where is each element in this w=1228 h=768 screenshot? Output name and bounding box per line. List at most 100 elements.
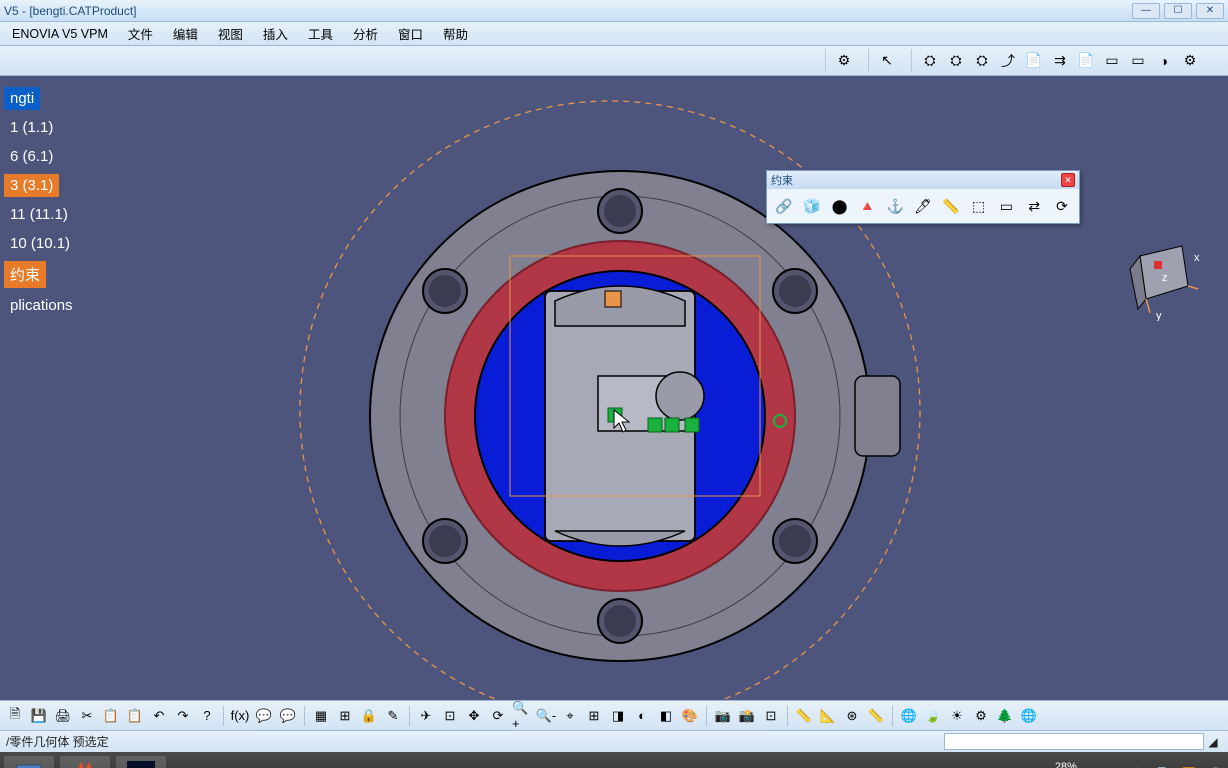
menu-window[interactable]: 窗口 [388,22,433,45]
menu-help[interactable]: 帮助 [433,22,478,45]
select-icon[interactable]: ⬚ [966,193,992,219]
angle-icon[interactable]: 🔺 [854,193,880,219]
text-icon[interactable]: ✎ [382,705,404,727]
update-icon[interactable]: ⟳ [1049,193,1075,219]
menu-tools[interactable]: 工具 [298,22,343,45]
fly-icon[interactable]: ✈ [415,705,437,727]
help-icon[interactable]: ? [196,705,218,727]
zoomout-icon[interactable]: 🔍- [535,705,557,727]
fit-icon[interactable]: ⊡ [439,705,461,727]
iso-icon[interactable]: ◨ [607,705,629,727]
tree-root[interactable]: ngti [4,87,40,110]
edit-icon[interactable]: 🖊 [910,193,936,219]
chat-icon[interactable]: 💬 [253,705,275,727]
tree-item-11[interactable]: 11 (11.1) [4,203,74,226]
wire-icon[interactable]: ⊡ [760,705,782,727]
gear-cursor-icon[interactable]: ⚙ [832,49,856,73]
multi-icon[interactable]: ⊞ [583,705,605,727]
fix-icon[interactable]: ⚓ [882,193,908,219]
gear2-icon[interactable]: ⚙ [970,705,992,727]
doc-icon[interactable]: 📄 [1074,49,1098,73]
caliper-icon[interactable]: 📐 [817,705,839,727]
tree-item-3[interactable]: 3 (3.1) [4,174,59,197]
measure-icon[interactable]: 📏 [938,193,964,219]
minimize-button[interactable]: — [1132,3,1160,19]
cursor-icon[interactable]: ↖ [875,49,899,73]
constraints-toolbar[interactable]: 约束 ✕ 🔗 🧊 ⬤ 🔺 ⚓ 🖊 📏 ⬚ ▭ ⇄ ⟳ [766,170,1080,224]
yellow-box-icon[interactable]: ▭ [1126,49,1150,73]
redo-icon[interactable]: ↷ [172,705,194,727]
ruler-icon[interactable]: 📏 [865,705,887,727]
gears2-icon[interactable]: ⛭ [944,49,968,73]
gear4-icon[interactable]: ⚙ [1178,49,1202,73]
normal-icon[interactable]: ⌖ [559,705,581,727]
cut-icon[interactable]: ✂ [76,705,98,727]
close-icon[interactable]: ✕ [1061,173,1075,187]
fx-icon[interactable]: f(x) [229,705,251,727]
compass-icon[interactable]: ◑ [1152,49,1176,73]
rect-select-icon[interactable]: ▭ [994,193,1020,219]
tree-item-1[interactable]: 1 (1.1) [4,116,59,139]
svg-text:y: y [1156,310,1162,321]
mat-icon[interactable]: 🎨 [679,705,701,727]
analyze-icon[interactable]: ⊛ [841,705,863,727]
rot-icon[interactable]: ⟳ [487,705,509,727]
persp-icon[interactable]: ◐ [631,705,653,727]
contact-icon[interactable]: 🧊 [799,193,825,219]
task-item-app1[interactable] [4,756,54,768]
command-input[interactable] [944,733,1204,750]
undo-icon[interactable]: ↶ [148,705,170,727]
sun-icon[interactable]: ☀ [946,705,968,727]
menu-file[interactable]: 文件 [118,22,163,45]
pan-icon[interactable]: ✥ [463,705,485,727]
tree-item-10[interactable]: 10 (10.1) [4,232,76,255]
maximize-button[interactable]: ☐ [1164,3,1192,19]
separator [892,706,893,726]
tree-item-constraints[interactable]: 约束 [4,261,46,288]
export-icon[interactable]: ⤴ [996,49,1020,73]
compass-widget[interactable]: x z y [1110,231,1200,321]
gears-icon[interactable]: ⛭ [918,49,942,73]
globe-icon[interactable]: 🌐 [898,705,920,727]
text-block-icon[interactable]: ▭ [1100,49,1124,73]
grid-icon[interactable]: ▦ [310,705,332,727]
paste-icon[interactable]: 📋 [124,705,146,727]
meas-icon[interactable]: 📏 [793,705,815,727]
bottom-toolbar: 🗎 💾 🖨 ✂ 📋 📋 ↶ ↷ ? f(x) 💬 💬 ▦ ⊞ 🔒 ✎ ✈ ⊡ ✥… [0,700,1228,730]
doc-gears-icon[interactable]: 📄 [1022,49,1046,73]
save-icon[interactable]: 💾 [28,705,50,727]
chat2-icon[interactable]: 💬 [277,705,299,727]
constraints-toolbar-body: 🔗 🧊 ⬤ 🔺 ⚓ 🖊 📏 ⬚ ▭ ⇄ ⟳ [767,189,1079,223]
cpu-meter[interactable]: 28% CPU利用率 [1038,761,1094,768]
lock-icon[interactable]: 🔒 [358,705,380,727]
menu-edit[interactable]: 编辑 [163,22,208,45]
toolbar-group-1: ⚙ [825,49,862,73]
tree-icon[interactable]: 🌲 [994,705,1016,727]
hidden-icon[interactable]: ◧ [655,705,677,727]
copy-icon[interactable]: 📋 [100,705,122,727]
tree-item-6[interactable]: 6 (6.1) [4,145,59,168]
separator [223,706,224,726]
menu-insert[interactable]: 插入 [253,22,298,45]
cam-icon[interactable]: 📷 [712,705,734,727]
coincidence-icon[interactable]: 🔗 [771,193,797,219]
offset-icon[interactable]: ⬤ [827,193,853,219]
new-icon[interactable]: 🗎 [4,705,26,727]
cam2-icon[interactable]: 📸 [736,705,758,727]
zoomin-icon[interactable]: 🔍+ [511,705,533,727]
task-item-app3[interactable] [116,756,166,768]
globe2-icon[interactable]: 🌐 [1018,705,1040,727]
gears3-icon[interactable]: ⛭ [970,49,994,73]
leaf-icon[interactable]: 🍃 [922,705,944,727]
menu-view[interactable]: 视图 [208,22,253,45]
close-button[interactable]: ✕ [1196,3,1224,19]
constraints-toolbar-title[interactable]: 约束 ✕ [767,171,1079,189]
print-icon[interactable]: 🖨 [52,705,74,727]
hier-icon[interactable]: ⊞ [334,705,356,727]
tree-item-applications[interactable]: plications [4,294,79,317]
menu-analysis[interactable]: 分析 [343,22,388,45]
swap-icon[interactable]: ⇄ [1021,193,1047,219]
flow-icon[interactable]: ⇉ [1048,49,1072,73]
task-item-wps[interactable] [60,756,110,768]
menu-brand[interactable]: ENOVIA V5 VPM [2,25,118,43]
